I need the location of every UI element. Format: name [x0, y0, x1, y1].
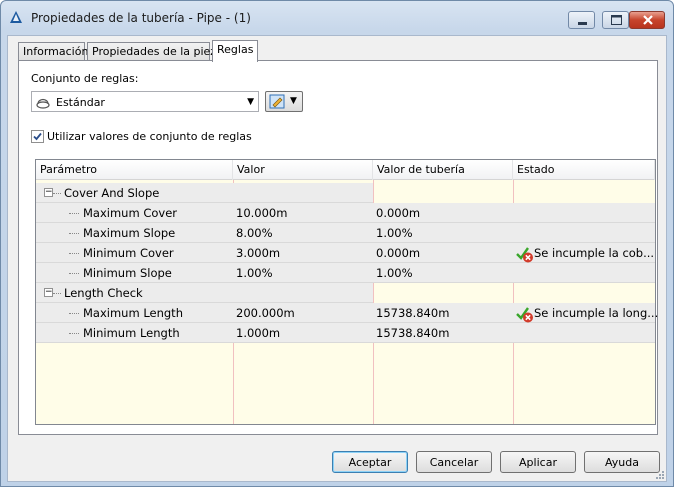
param-cell: Maximum Length [83, 306, 183, 320]
value-cell[interactable]: 1.000m [236, 326, 280, 340]
pipe-value-cell: 1.00% [376, 226, 413, 240]
table-row[interactable]: Maximum Slope 8.00% 1.00% [36, 223, 655, 243]
param-cell: Minimum Cover [83, 246, 174, 260]
edit-ruleset-button[interactable]: ▼ [265, 91, 303, 112]
tab-informacion[interactable]: Información [18, 42, 88, 61]
table-row[interactable]: Maximum Length 200.000m 15738.840m Se in… [36, 303, 659, 323]
ok-button[interactable]: Aceptar [332, 451, 408, 473]
param-cell: Minimum Length [83, 326, 180, 340]
tree-connector [53, 193, 61, 194]
ruleset-dropdown-value: Estándar [56, 96, 105, 109]
rule-violation-icon [516, 247, 533, 263]
tree-connector [69, 213, 79, 214]
group-row-cover-slope[interactable]: − Cover And Slope [36, 183, 373, 203]
table-row[interactable]: Minimum Slope 1.00% 1.00% [36, 263, 655, 283]
chevron-down-icon: ▼ [290, 96, 297, 106]
tree-connector [69, 253, 79, 254]
dialog-client-area: Información Propiedades de la pieza Regl… [7, 35, 667, 482]
window-title: Propiedades de la tubería - Pipe - (1) [31, 11, 251, 25]
column-header-estado[interactable]: Estado [513, 160, 655, 180]
column-header-parametro[interactable]: Parámetro [36, 160, 233, 180]
title-bar[interactable]: Propiedades de la tubería - Pipe - (1) [1, 1, 673, 33]
column-header-valor-tuberia[interactable]: Valor de tubería [373, 160, 513, 180]
tree-connector [69, 273, 79, 274]
value-cell[interactable]: 200.000m [236, 306, 295, 320]
collapse-icon[interactable]: − [44, 288, 53, 297]
use-ruleset-values-label[interactable]: Utilizar valores de conjunto de reglas [47, 130, 252, 143]
minimize-icon [578, 22, 587, 25]
ruleset-icon [36, 98, 50, 109]
value-cell[interactable]: 3.000m [236, 246, 280, 260]
pipe-value-cell: 0.000m [376, 206, 421, 220]
tab-reglas[interactable]: Reglas [212, 40, 258, 62]
status-text: Se incumple la long... [534, 306, 659, 320]
close-button[interactable] [629, 11, 665, 29]
column-header-valor[interactable]: Valor [233, 160, 373, 180]
group-row-length-check[interactable]: − Length Check [36, 283, 373, 303]
grid-header: Parámetro Valor Valor de tubería Estado [36, 160, 655, 180]
tree-connector [69, 313, 79, 314]
help-button[interactable]: Ayuda [584, 451, 660, 473]
minimize-button[interactable] [568, 11, 595, 29]
param-cell: Maximum Cover [83, 206, 177, 220]
value-cell[interactable]: 1.00% [236, 266, 273, 280]
cancel-button[interactable]: Cancelar [416, 451, 492, 473]
maximize-icon [611, 15, 622, 25]
chevron-down-icon: ▼ [247, 97, 254, 107]
pipe-value-cell: 15738.840m [376, 306, 450, 320]
rule-violation-icon [516, 307, 533, 323]
pipe-properties-dialog: Propiedades de la tubería - Pipe - (1) I… [0, 0, 674, 487]
value-cell[interactable]: 8.00% [236, 226, 273, 240]
checkmark-icon [33, 132, 42, 141]
group-name: Length Check [64, 286, 143, 300]
ruleset-label: Conjunto de reglas: [31, 72, 139, 85]
rules-panel: Conjunto de reglas: Estándar ▼ ▼ Utiliza… [18, 60, 658, 435]
table-row[interactable]: Maximum Cover 10.000m 0.000m [36, 203, 655, 223]
status-text: Se incumple la cob... [534, 246, 655, 260]
ruleset-dropdown[interactable]: Estándar ▼ [31, 91, 259, 112]
pipe-value-cell: 15738.840m [376, 326, 450, 340]
table-row[interactable]: Minimum Length 1.000m 15738.840m [36, 323, 655, 343]
pipe-value-cell: 0.000m [376, 246, 421, 260]
tree-connector [69, 233, 79, 234]
edit-ruleset-icon [269, 94, 285, 109]
civil3d-app-icon [10, 11, 22, 23]
tree-connector [53, 293, 61, 294]
pipe-value-cell: 1.00% [376, 266, 413, 280]
group-name: Cover And Slope [64, 186, 160, 200]
tab-propiedades-pieza[interactable]: Propiedades de la pieza [87, 42, 223, 61]
param-cell: Maximum Slope [83, 226, 176, 240]
resize-grip-icon[interactable] [654, 469, 664, 479]
collapse-icon[interactable]: − [44, 188, 53, 197]
table-row[interactable]: Minimum Cover 3.000m 0.000m Se incumple … [36, 243, 655, 263]
close-icon [643, 15, 653, 25]
maximize-button[interactable] [602, 11, 629, 29]
rules-grid: Parámetro Valor Valor de tubería Estado … [35, 159, 659, 425]
value-cell[interactable]: 10.000m [236, 206, 287, 220]
apply-button[interactable]: Aplicar [500, 451, 576, 473]
param-cell: Minimum Slope [83, 266, 172, 280]
use-ruleset-values-checkbox[interactable] [31, 130, 44, 143]
tree-connector [69, 333, 79, 334]
